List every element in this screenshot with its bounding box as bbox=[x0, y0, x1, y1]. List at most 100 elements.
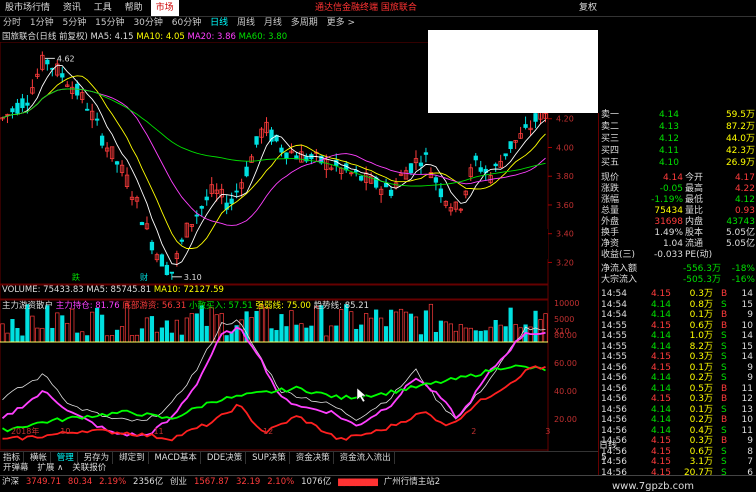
menu-item-news[interactable]: 资讯 bbox=[58, 0, 86, 16]
indicator-name: 主力游资散户 bbox=[2, 301, 54, 311]
order-price: 4.14 bbox=[658, 110, 679, 120]
cy-index-value: 1567.87 bbox=[193, 477, 230, 487]
period-week[interactable]: 周线 bbox=[234, 17, 258, 30]
volume-bar bbox=[209, 307, 214, 343]
expand-button[interactable]: 扩展 ∧ bbox=[34, 463, 66, 474]
stat-label: PE(动) bbox=[685, 250, 713, 260]
flow-row: 大宗流入 -505.3万 -16% bbox=[599, 274, 756, 286]
volume-bar bbox=[194, 313, 199, 343]
blank-panel bbox=[428, 30, 598, 113]
volume-bar bbox=[294, 324, 299, 343]
volume-bar bbox=[264, 307, 269, 343]
volume-bar bbox=[70, 308, 75, 343]
volume-bar bbox=[299, 323, 304, 343]
menu-item-tools[interactable]: 工具 bbox=[89, 0, 117, 16]
volume-bar bbox=[473, 330, 478, 343]
candle-body bbox=[85, 108, 90, 111]
volume-bar bbox=[448, 323, 453, 343]
flow-label: 大宗流入 bbox=[601, 275, 638, 285]
cy-index-label[interactable]: 创业 bbox=[168, 476, 189, 488]
volume-bar bbox=[478, 330, 483, 343]
candle-body bbox=[229, 198, 234, 204]
period-more[interactable]: 更多 > bbox=[324, 17, 358, 30]
period-30min[interactable]: 30分钟 bbox=[130, 17, 165, 30]
candle-body bbox=[139, 222, 145, 226]
promo-text[interactable]: 通达信金融终端 国旅联合 bbox=[310, 0, 422, 16]
danmu-button[interactable]: 开弹幕 bbox=[0, 463, 32, 474]
volume-bar bbox=[149, 316, 155, 343]
volume-bar bbox=[498, 324, 503, 343]
period-day[interactable]: 日线 bbox=[207, 17, 231, 30]
volume-tick-label: 10000 bbox=[554, 299, 579, 308]
menu-item-market[interactable]: 股市场行情 bbox=[0, 0, 55, 16]
candle-body bbox=[284, 152, 289, 159]
price-tick-label: 3.40 bbox=[556, 230, 574, 239]
volume-bar bbox=[40, 327, 45, 343]
chart-overlay-box bbox=[232, 229, 548, 259]
volume-bar bbox=[35, 327, 40, 343]
volume-bar bbox=[154, 331, 160, 343]
volume-bar bbox=[20, 335, 25, 343]
period-60min[interactable]: 60分钟 bbox=[169, 17, 204, 30]
sh-index-label[interactable]: 沪深 bbox=[0, 476, 21, 488]
order-book-row: 卖一 4.14 59.5万 bbox=[599, 109, 756, 121]
volume-bar bbox=[249, 317, 254, 343]
candle-body bbox=[159, 254, 165, 267]
volume-bar bbox=[174, 319, 179, 343]
panel-tab[interactable]: 日线 bbox=[599, 440, 617, 452]
volume-bar bbox=[543, 313, 548, 343]
volume-bar bbox=[309, 325, 314, 343]
indicator-l2: 底部游资: 56.31 bbox=[122, 301, 187, 311]
period-1min[interactable]: 1分钟 bbox=[27, 17, 57, 30]
period-multi[interactable]: 多周期 bbox=[288, 17, 321, 30]
hint-right-label: 财 bbox=[140, 272, 148, 282]
panel-tab[interactable]: 5 bbox=[601, 452, 607, 464]
menu-item-help[interactable]: 帮助 bbox=[120, 0, 148, 16]
indicator-tick-label: 20.00 bbox=[554, 415, 577, 424]
cy-index-change: 32.19 bbox=[235, 477, 261, 487]
volume-bar bbox=[413, 316, 419, 343]
candle-body bbox=[359, 175, 364, 181]
volume-bar bbox=[463, 327, 468, 343]
volume-bar bbox=[214, 314, 219, 343]
order-level: 卖一 bbox=[601, 110, 620, 120]
period-fenshi[interactable]: 分时 bbox=[0, 17, 24, 30]
volume-bar bbox=[483, 330, 488, 343]
fuquan-button[interactable]: 复权 bbox=[574, 0, 602, 16]
volume-bar bbox=[75, 332, 80, 343]
order-volume: 42.3万 bbox=[725, 146, 755, 156]
price-tick-label: 3.80 bbox=[556, 172, 574, 181]
server-site[interactable]: 广州行情主站2 bbox=[382, 476, 442, 488]
period-month[interactable]: 月线 bbox=[261, 17, 285, 30]
ma5-label: MA5: 4.15 bbox=[90, 32, 134, 42]
indicator-l3: 小散买入: 57.51 bbox=[188, 301, 253, 311]
period-bar: 分时 1分钟 5分钟 15分钟 30分钟 60分钟 日线 周线 月线 多周期 更… bbox=[0, 17, 600, 30]
volume-bar bbox=[284, 326, 289, 343]
volume-bar bbox=[199, 305, 204, 343]
volume-bar bbox=[269, 328, 274, 343]
volume-bar bbox=[80, 331, 85, 343]
volume-bar bbox=[493, 320, 498, 343]
volume-bar bbox=[5, 332, 10, 343]
candle-body bbox=[114, 161, 120, 165]
volume-bar bbox=[364, 313, 369, 343]
volume-bar bbox=[274, 330, 279, 343]
indicator-tick-label: 40.00 bbox=[554, 387, 577, 396]
main-force-line bbox=[1, 326, 546, 437]
x-axis-label: 2 bbox=[471, 427, 476, 436]
volume-bar bbox=[95, 307, 100, 343]
related-quote-button[interactable]: 关联报价 bbox=[69, 463, 109, 474]
volume-bar bbox=[359, 324, 364, 343]
period-5min[interactable]: 5分钟 bbox=[60, 17, 90, 30]
menu-item-market-tab[interactable]: 市场 bbox=[150, 0, 179, 16]
period-15min[interactable]: 15分钟 bbox=[92, 17, 127, 30]
sh-index-change: 80.34 bbox=[67, 477, 93, 487]
volume-bar bbox=[224, 335, 229, 343]
candle-body bbox=[234, 190, 239, 193]
candle-body bbox=[15, 102, 20, 114]
volume-bar bbox=[398, 308, 404, 343]
extra-tab-bar: 开弹幕 扩展 ∧ 关联报价 bbox=[0, 463, 600, 474]
volume-bar bbox=[324, 335, 329, 343]
volume-bar bbox=[65, 322, 70, 343]
candle-body bbox=[169, 271, 175, 274]
